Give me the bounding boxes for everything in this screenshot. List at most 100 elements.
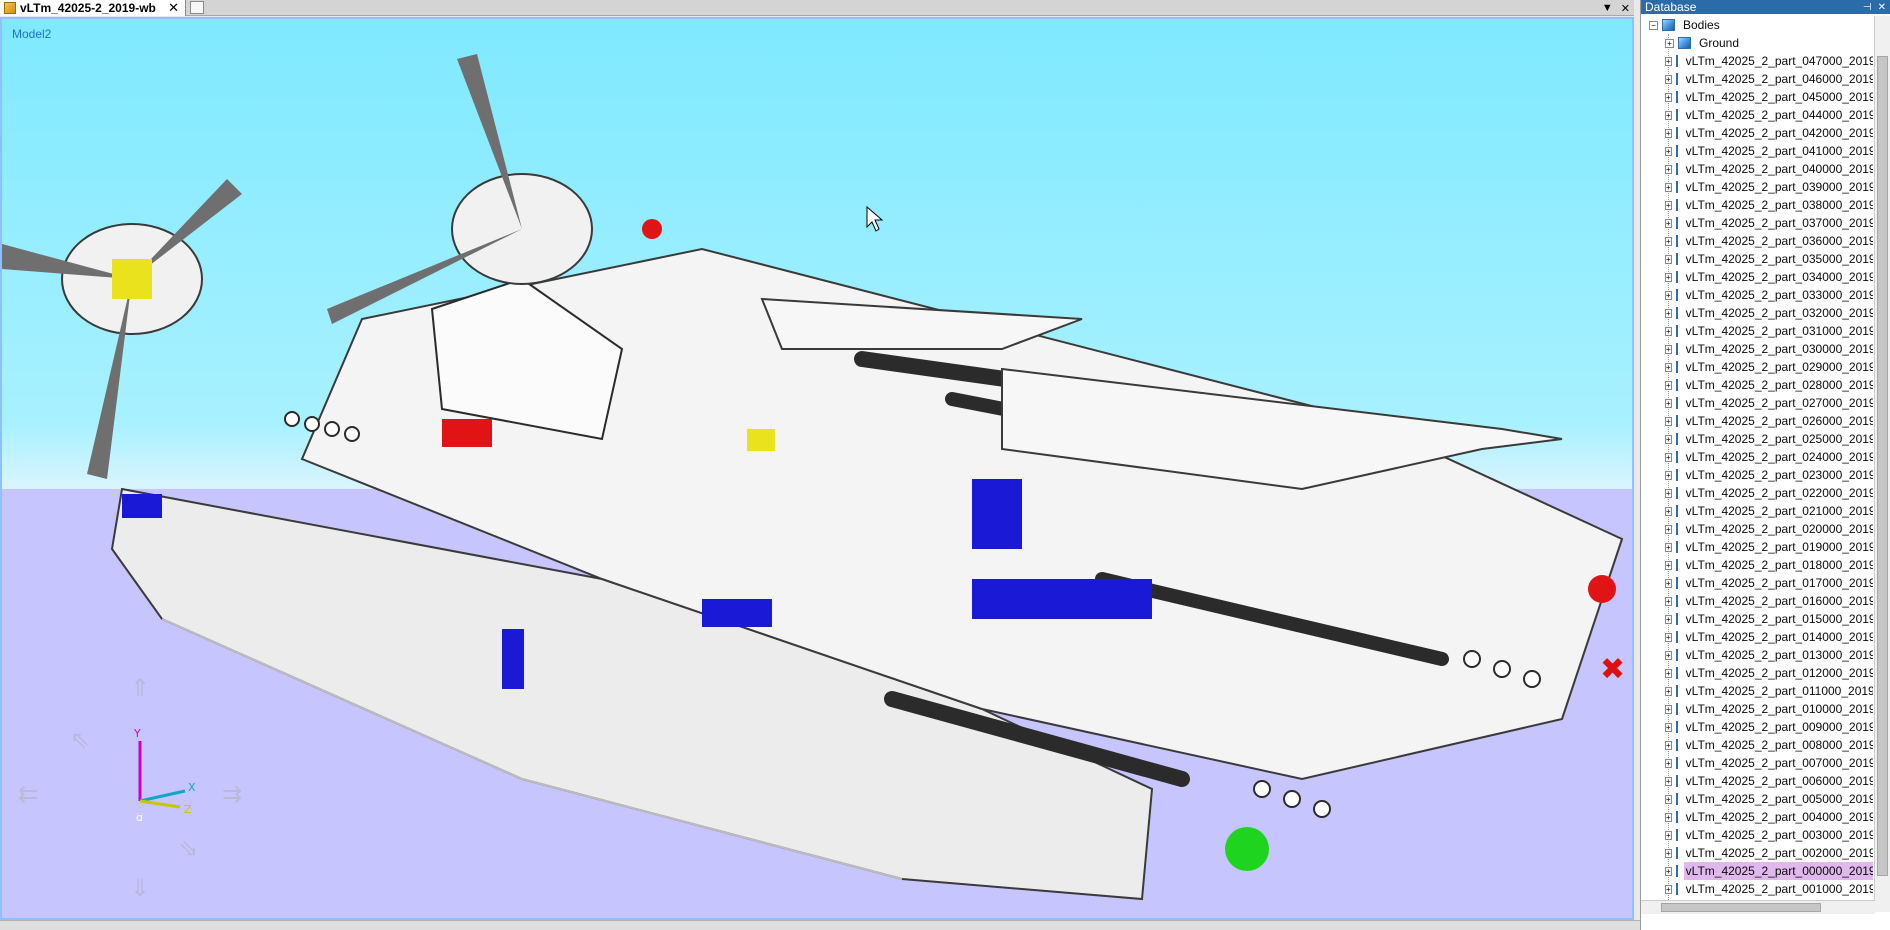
expand-icon[interactable]: + — [1665, 650, 1672, 660]
expand-icon[interactable]: + — [1665, 290, 1672, 300]
tree-item[interactable]: + vLTm_42025_2_part_015000_2019 — [1641, 610, 1873, 628]
pan-up-icon[interactable]: ⇑ — [130, 677, 150, 701]
expand-icon[interactable]: + — [1665, 812, 1672, 822]
tree-item[interactable]: + vLTm_42025_2_part_034000_2019 — [1641, 268, 1873, 286]
tree-item[interactable]: + vLTm_42025_2_part_037000_2019 — [1641, 214, 1873, 232]
expand-icon[interactable]: + — [1665, 272, 1672, 282]
expand-icon[interactable]: + — [1665, 614, 1672, 624]
tree-item[interactable]: + vLTm_42025_2_part_003000_2019 — [1641, 826, 1873, 844]
expand-icon[interactable]: + — [1665, 326, 1672, 336]
expand-icon[interactable]: + — [1665, 884, 1672, 894]
expand-icon[interactable]: + — [1665, 506, 1672, 516]
tree-item[interactable]: + vLTm_42025_2_part_030000_2019 — [1641, 340, 1873, 358]
tree-item[interactable]: + vLTm_42025_2_part_019000_2019 — [1641, 538, 1873, 556]
expand-icon[interactable]: + — [1665, 218, 1672, 228]
vertical-scroll-thumb[interactable] — [1877, 56, 1888, 876]
collapse-icon[interactable]: − — [1649, 20, 1658, 30]
expand-icon[interactable]: + — [1665, 164, 1672, 174]
rotate-down-right-icon[interactable]: ⇘ — [178, 837, 198, 861]
expand-icon[interactable]: + — [1665, 74, 1672, 84]
tree-item[interactable]: + vLTm_42025_2_part_004000_2019 — [1641, 808, 1873, 826]
tree-item[interactable]: + vLTm_42025_2_part_020000_2019 — [1641, 520, 1873, 538]
expand-icon[interactable]: + — [1665, 128, 1672, 138]
horizontal-scroll-thumb[interactable] — [1661, 903, 1821, 912]
tree-item[interactable]: + vLTm_42025_2_part_044000_2019 — [1641, 106, 1873, 124]
tree-item[interactable]: + vLTm_42025_2_part_017000_2019 — [1641, 574, 1873, 592]
expand-icon[interactable]: + — [1665, 398, 1672, 408]
expand-icon[interactable]: + — [1665, 56, 1672, 66]
expand-icon[interactable]: + — [1665, 632, 1672, 642]
expand-icon[interactable]: + — [1665, 542, 1672, 552]
tree-item[interactable]: + vLTm_42025_2_part_033000_2019 — [1641, 286, 1873, 304]
tree-item[interactable]: + vLTm_42025_2_part_035000_2019 — [1641, 250, 1873, 268]
expand-icon[interactable]: + — [1665, 596, 1672, 606]
expand-icon[interactable]: + — [1665, 416, 1672, 426]
expand-icon[interactable]: + — [1665, 722, 1672, 732]
tree-item[interactable]: + vLTm_42025_2_part_027000_2019 — [1641, 394, 1873, 412]
tree-item[interactable]: + vLTm_42025_2_part_014000_2019 — [1641, 628, 1873, 646]
expand-icon[interactable]: + — [1665, 794, 1672, 804]
tree-item[interactable]: + vLTm_42025_2_part_007000_2019 — [1641, 754, 1873, 772]
expand-icon[interactable]: + — [1665, 740, 1672, 750]
rotate-up-left-icon[interactable]: ⇖ — [70, 729, 90, 753]
tree-item[interactable]: + vLTm_42025_2_part_001000_2019 — [1641, 880, 1873, 898]
expand-icon[interactable]: + — [1665, 776, 1672, 786]
3d-viewport[interactable]: Model2 ✖ ⇑ ⇖ ⇇ ⇉ ⇘ ⇓ Y X Z g — [0, 17, 1634, 920]
tree-item[interactable]: + vLTm_42025_2_part_022000_2019 — [1641, 484, 1873, 502]
tree-item[interactable]: + vLTm_42025_2_part_045000_2019 — [1641, 88, 1873, 106]
tree-item[interactable]: + Ground — [1641, 34, 1873, 52]
expand-icon[interactable]: + — [1665, 146, 1672, 156]
close-tab-icon[interactable]: ✕ — [168, 0, 179, 16]
expand-icon[interactable]: + — [1665, 92, 1672, 102]
expand-icon[interactable]: + — [1665, 308, 1672, 318]
new-tab-icon[interactable] — [190, 1, 204, 14]
expand-icon[interactable]: + — [1665, 362, 1672, 372]
expand-icon[interactable]: + — [1665, 254, 1672, 264]
expand-icon[interactable]: + — [1665, 344, 1672, 354]
pin-icon[interactable]: ⊣ — [1863, 2, 1872, 13]
tree-item[interactable]: + vLTm_42025_2_part_005000_2019 — [1641, 790, 1873, 808]
tree-item[interactable]: + vLTm_42025_2_part_042000_2019 — [1641, 124, 1873, 142]
expand-icon[interactable]: + — [1665, 578, 1672, 588]
document-tab[interactable]: vLTm_42025-2_2019-wb ✕ — [0, 0, 186, 16]
tree-item[interactable]: + vLTm_42025_2_part_009000_2019 — [1641, 718, 1873, 736]
tree-item[interactable]: + vLTm_42025_2_part_013000_2019 — [1641, 646, 1873, 664]
expand-icon[interactable]: + — [1665, 236, 1672, 246]
expand-icon[interactable]: + — [1665, 686, 1672, 696]
expand-icon[interactable]: + — [1665, 470, 1672, 480]
tree-item[interactable]: + vLTm_42025_2_part_038000_2019 — [1641, 196, 1873, 214]
tree-item[interactable]: + vLTm_42025_2_part_006000_2019 — [1641, 772, 1873, 790]
tree-item[interactable]: + vLTm_42025_2_part_008000_2019 — [1641, 736, 1873, 754]
tree-item[interactable]: + vLTm_42025_2_part_018000_2019 — [1641, 556, 1873, 574]
expand-icon[interactable]: + — [1665, 758, 1672, 768]
expand-icon[interactable]: + — [1665, 200, 1672, 210]
tree-item[interactable]: + vLTm_42025_2_part_011000_2019 — [1641, 682, 1873, 700]
panel-close-icon[interactable]: ✕ — [1878, 2, 1886, 13]
pan-right-icon[interactable]: ⇉ — [222, 783, 242, 807]
expand-icon[interactable]: + — [1665, 38, 1674, 48]
expand-icon[interactable]: + — [1665, 560, 1672, 570]
tree-item[interactable]: + vLTm_42025_2_part_002000_2019 — [1641, 844, 1873, 862]
tree-item[interactable]: + vLTm_42025_2_part_025000_2019 — [1641, 430, 1873, 448]
tree-item[interactable]: + vLTm_42025_2_part_036000_2019 — [1641, 232, 1873, 250]
pan-down-icon[interactable]: ⇓ — [130, 877, 150, 901]
expand-icon[interactable]: + — [1665, 866, 1672, 876]
expand-icon[interactable]: + — [1665, 110, 1672, 120]
tree-item[interactable]: + vLTm_42025_2_part_026000_2019 — [1641, 412, 1873, 430]
tree-root-bodies[interactable]: − Bodies — [1641, 16, 1873, 34]
expand-icon[interactable]: + — [1665, 452, 1672, 462]
bodies-tree[interactable]: − Bodies + Ground + vLTm_42025_2_part_04700… — [1641, 16, 1873, 912]
tree-item[interactable]: + vLTm_42025_2_part_021000_2019 — [1641, 502, 1873, 520]
tree-item[interactable]: + vLTm_42025_2_part_029000_2019 — [1641, 358, 1873, 376]
tree-item[interactable]: + vLTm_42025_2_part_032000_2019 — [1641, 304, 1873, 322]
tab-list-dropdown-icon[interactable]: ▼ — [1602, 2, 1613, 14]
expand-icon[interactable]: + — [1665, 380, 1672, 390]
tree-item[interactable]: + vLTm_42025_2_part_023000_2019 — [1641, 466, 1873, 484]
expand-icon[interactable]: + — [1665, 848, 1672, 858]
expand-icon[interactable]: + — [1665, 668, 1672, 678]
tree-item[interactable]: + vLTm_42025_2_part_046000_2019 — [1641, 70, 1873, 88]
expand-icon[interactable]: + — [1665, 182, 1672, 192]
pan-left-icon[interactable]: ⇇ — [18, 783, 38, 807]
expand-icon[interactable]: + — [1665, 434, 1672, 444]
tree-item[interactable]: + vLTm_42025_2_part_010000_2019 — [1641, 700, 1873, 718]
